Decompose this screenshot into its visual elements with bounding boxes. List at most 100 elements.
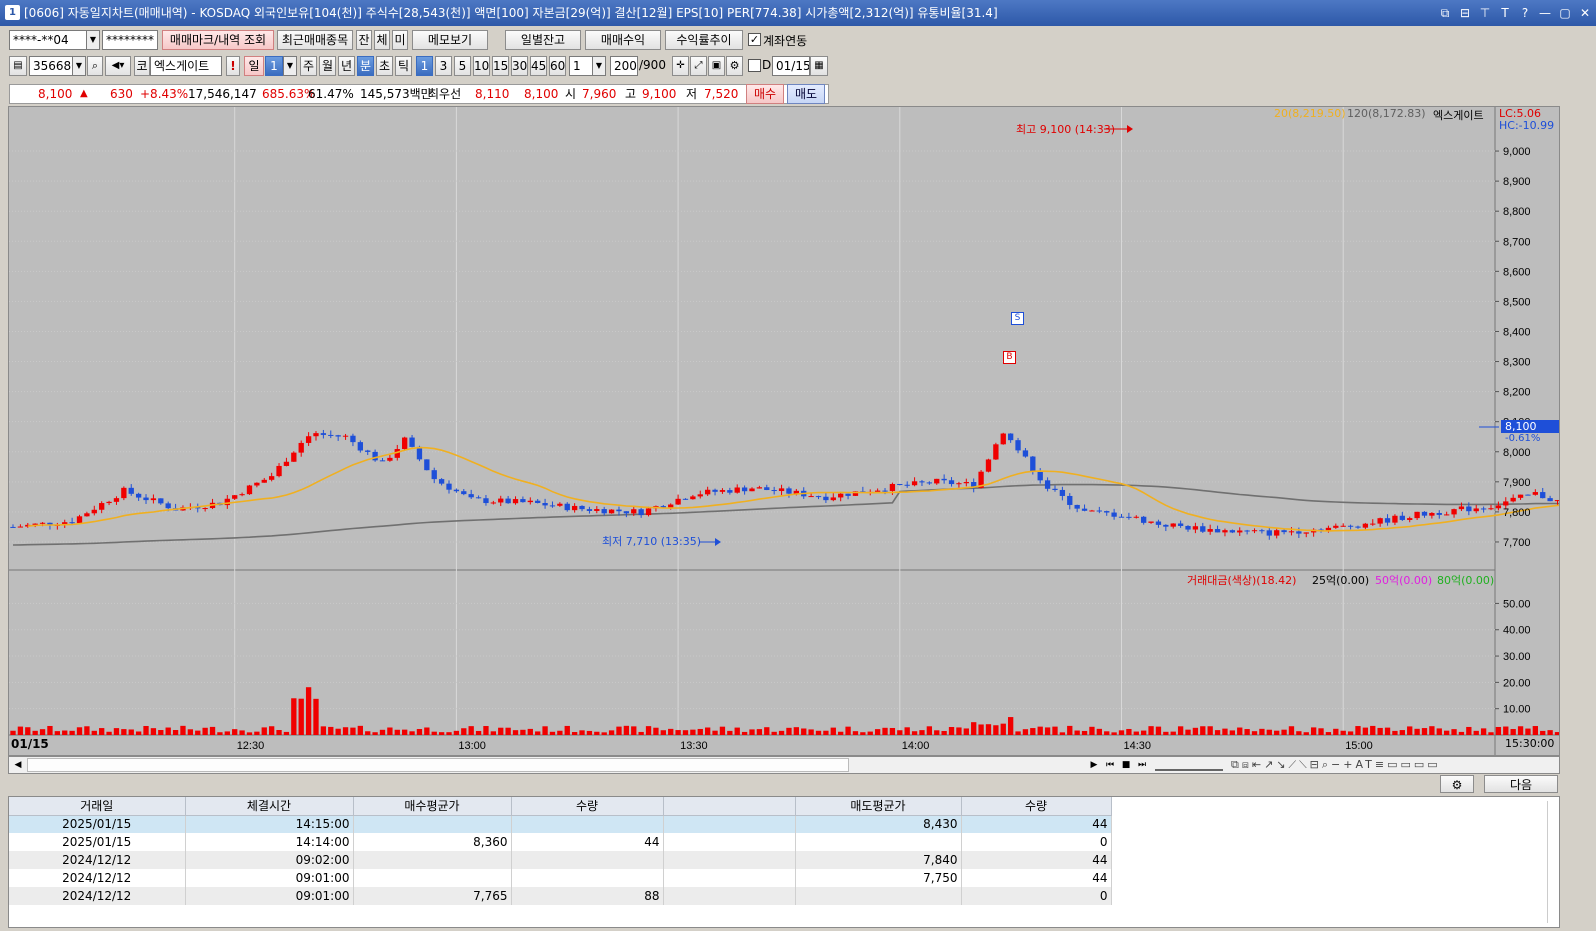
volume-bar <box>638 731 644 735</box>
account-input[interactable]: ****-**04 <box>9 30 87 50</box>
date-input[interactable]: 01/15 <box>772 56 810 76</box>
return-trend-button[interactable]: 수익률추이 <box>665 30 743 50</box>
alert-button[interactable]: ! <box>226 56 240 76</box>
calendar-icon[interactable]: ▦ <box>810 56 828 76</box>
chart-panel[interactable]: 12:30 13:00 13:30 14:00 14:30 15:00 9,000 8,900… <box>8 106 1560 756</box>
account-dropdown[interactable]: ▼ <box>86 30 100 50</box>
interval-3-button[interactable]: 3 <box>435 56 452 76</box>
candle-body <box>335 435 341 437</box>
interval-1-button[interactable]: 1 <box>416 56 433 76</box>
chart-scrollbar[interactable]: ◀ ▶ ⏮ ■ ⏭ ⧉⧈⇤↗↘⟋⟍⊟⌕−+AT≡▭▭▭▭ <box>8 756 1560 774</box>
period-week-button[interactable]: 주 <box>300 56 317 76</box>
period-day-dropdown[interactable]: ▼ <box>283 56 297 76</box>
volume-bar <box>1488 732 1494 735</box>
password-input[interactable]: ******** <box>102 30 158 50</box>
interval-5-button[interactable]: 5 <box>454 56 471 76</box>
buy-marker[interactable]: B <box>1003 351 1016 364</box>
interval-60-button[interactable]: 60 <box>549 56 566 76</box>
buy-button[interactable]: 매수 <box>746 84 784 104</box>
table-row[interactable]: 2024/12/12 09:01:00 7,765 88 0 <box>9 887 1112 905</box>
help-icon[interactable]: ? <box>1518 0 1532 26</box>
date-checkbox[interactable] <box>748 59 761 72</box>
stock-name-field[interactable]: 엑스게이트 <box>150 56 222 76</box>
maximize-icon[interactable]: ▢ <box>1558 0 1572 26</box>
sell-button[interactable]: 매도 <box>787 84 825 104</box>
search-icon[interactable]: ⌕ <box>87 56 103 76</box>
tile-icon[interactable]: ⊟ <box>1458 0 1472 26</box>
stock-code-dropdown[interactable]: ▼ <box>72 56 86 76</box>
volume-bar <box>268 726 275 735</box>
stock-code-input[interactable]: 356680 <box>29 56 73 76</box>
memo-button[interactable]: 메모보기 <box>412 30 488 50</box>
balance-button[interactable]: 잔 <box>356 30 372 50</box>
col-sell-avg[interactable]: 매도평균가 <box>795 797 962 816</box>
pin-icon[interactable]: ⊤ <box>1478 0 1492 26</box>
candlestick-chart[interactable]: 12:30 13:00 13:30 14:00 14:30 15:00 9,000 8,900… <box>9 107 1560 756</box>
volume-bar <box>557 730 563 735</box>
period-day-count[interactable]: 1 <box>265 56 283 76</box>
period-minute-button[interactable]: 분 <box>357 56 374 76</box>
drawing-tools-icon[interactable]: ⧉⧈⇤↗↘⟋⟍⊟⌕−+AT≡▭▭▭▭ <box>1231 757 1557 773</box>
volume-bar <box>793 727 800 735</box>
scroll-left-icon[interactable]: ◀ <box>11 758 25 772</box>
col-trade-date[interactable]: 거래일 <box>9 797 186 816</box>
period-tick-button[interactable]: 틱 <box>395 56 412 76</box>
unfilled-button[interactable]: 미 <box>392 30 408 50</box>
next-button[interactable]: 다음 <box>1484 775 1558 793</box>
scroll-last-icon[interactable]: ⏭ <box>1135 758 1149 772</box>
col-buy-avg[interactable]: 매수평균가 <box>353 797 512 816</box>
col-exec-time[interactable]: 체결시간 <box>185 797 354 816</box>
trade-profit-button[interactable]: 매매수익 <box>585 30 661 50</box>
gear-icon[interactable]: ⚙ <box>1440 775 1474 793</box>
save-icon[interactable]: ▣ <box>708 56 725 76</box>
period-day-button[interactable]: 일 <box>244 56 264 76</box>
multiplier-dropdown[interactable]: ▼ <box>592 56 606 76</box>
table-row[interactable]: 2025/01/15 14:14:00 8,360 44 0 <box>9 833 1112 851</box>
period-second-button[interactable]: 초 <box>376 56 393 76</box>
stop-icon[interactable]: ■ <box>1119 758 1133 772</box>
execution-button[interactable]: 체 <box>374 30 390 50</box>
bar-total-label: /900 <box>639 58 666 72</box>
candle-body <box>1547 498 1553 502</box>
table-row[interactable]: 2025/01/15 14:15:00 8,430 44 <box>9 815 1112 833</box>
minimize-icon[interactable]: — <box>1538 0 1552 26</box>
settings-icon[interactable]: ⚙ <box>726 56 743 76</box>
candle-body <box>498 498 504 503</box>
scroll-first-icon[interactable]: ⏮ <box>1103 758 1117 772</box>
interval-15-button[interactable]: 15 <box>492 56 509 76</box>
candle-body <box>1251 530 1258 532</box>
font-icon[interactable]: T <box>1498 0 1512 26</box>
period-month-button[interactable]: 월 <box>319 56 336 76</box>
sell-marker[interactable]: S <box>1011 312 1024 325</box>
restore-icon[interactable]: ⧉ <box>1438 0 1452 26</box>
table-row[interactable]: 2024/12/12 09:02:00 7,840 44 <box>9 851 1112 869</box>
current-price-pct: -0.61% <box>1505 433 1541 444</box>
col-sell-qty[interactable]: 수량 <box>961 797 1112 816</box>
interval-10-button[interactable]: 10 <box>473 56 490 76</box>
account-link-checkbox[interactable]: ✓ <box>748 33 761 46</box>
volume-bar <box>734 727 740 735</box>
recent-trade-button[interactable]: 최근매매종목 <box>277 30 353 50</box>
period-year-button[interactable]: 년 <box>338 56 355 76</box>
table-row[interactable]: 2024/12/12 09:01:00 7,750 44 <box>9 869 1112 887</box>
col-buy-qty[interactable]: 수량 <box>511 797 664 816</box>
zoom-icon[interactable]: ⤢ <box>690 56 707 76</box>
table-scrollbar[interactable] <box>1547 801 1555 923</box>
multiplier-input[interactable]: 1 <box>569 56 593 76</box>
market-kosdaq-button[interactable]: 코 <box>134 56 150 76</box>
crosshair-icon[interactable]: ✛ <box>672 56 689 76</box>
daily-balance-button[interactable]: 일별잔고 <box>505 30 581 50</box>
scroll-thumb[interactable] <box>27 758 849 772</box>
layout-icon[interactable]: ▤ <box>9 56 27 76</box>
speaker-icon[interactable]: ◀▾ <box>105 56 131 76</box>
candle-body <box>1141 516 1147 523</box>
scroll-right-icon[interactable]: ▶ <box>1087 758 1101 772</box>
volume-bar <box>1163 731 1169 735</box>
close-icon[interactable]: ✕ <box>1578 0 1592 26</box>
interval-45-button[interactable]: 45 <box>530 56 547 76</box>
interval-30-button[interactable]: 30 <box>511 56 528 76</box>
trade-history-table: 거래일 체결시간 매수평균가 수량 매도평균가 수량 2025/01/15 14… <box>8 796 1560 928</box>
bar-count-input[interactable]: 200 <box>610 56 638 76</box>
trade-mark-query-button[interactable]: 매매마크/내역 조회 <box>162 30 274 50</box>
zoom-slider[interactable] <box>1155 759 1223 771</box>
